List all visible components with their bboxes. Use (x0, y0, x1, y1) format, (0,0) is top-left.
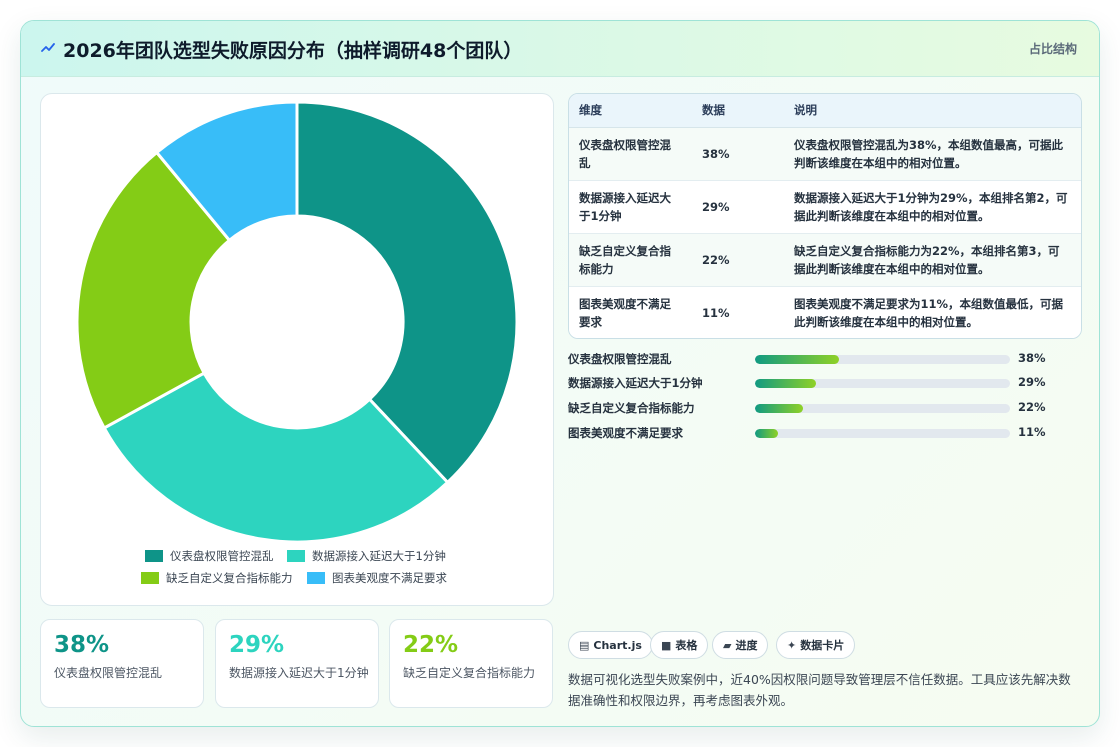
summary-text: 数据可视化选型失败案例中，近40%因权限问题导致管理层不信任数据。工具应该先解决… (568, 672, 1071, 708)
table-cell-dimension: 仪表盘权限管控混乱 (569, 127, 692, 181)
table-row: 仪表盘权限管控混乱 38% 仪表盘权限管控混乱为38%，本组数值最高，可据此判断… (569, 127, 1081, 181)
legend-label: 图表美观度不满足要求 (332, 571, 447, 585)
table-cell-description: 缺乏自定义复合指标能力为22%，本组排名第3，可据此判断该维度在本组中的相对位置… (784, 233, 1081, 287)
legend-item-1[interactable]: 数据源接入延迟大于1分钟 (287, 548, 446, 564)
legend-label: 仪表盘权限管控混乱 (170, 549, 274, 563)
chip-label: 数据卡片 (800, 639, 845, 652)
progress-label: 图表美观度不满足要求 (568, 426, 683, 440)
progress-fill (755, 404, 804, 413)
table-cell-description: 图表美观度不满足要求为11%，本组数值最低，可据此判断该维度在本组中的相对位置。 (794, 296, 1064, 329)
progress-value: 29% (1018, 375, 1046, 389)
card-header: 2026年团队选型失败原因分布（抽样调研48个团队） 占比结构 (21, 21, 1099, 77)
legend-label: 缺乏自定义复合指标能力 (166, 571, 293, 585)
progress-row: 缺乏自定义复合指标能力 22% (568, 400, 1082, 416)
stat-label: 仪表盘权限管控混乱 (54, 666, 163, 680)
progress-row: 仪表盘权限管控混乱 38% (568, 351, 1082, 367)
column-header: 数据 (692, 94, 784, 128)
legend-swatch (287, 550, 305, 562)
progress-value: 11% (1018, 425, 1046, 439)
stat-value: 29% (229, 632, 285, 658)
chip-progress[interactable]: ▰ 进度 (712, 631, 769, 659)
progress-track (755, 404, 1010, 413)
stat-card: 22% 缺乏自定义复合指标能力 (389, 619, 553, 708)
legend-swatch (307, 572, 325, 584)
legend-item-2[interactable]: 缺乏自定义复合指标能力 (141, 570, 293, 586)
report-card: 2026年团队选型失败原因分布（抽样调研48个团队） 占比结构 仪表盘权限管控混… (20, 20, 1100, 727)
table-cell-dimension: 缺乏自定义复合指标能力 (569, 233, 692, 287)
progress-row: 数据源接入延迟大于1分钟 29% (568, 375, 1082, 391)
table-row: 图表美观度不满足要求 11% 图表美观度不满足要求为11%，本组数值最低，可据此… (569, 286, 1081, 338)
stat-value: 22% (403, 632, 459, 658)
table-cell-value: 11% (702, 305, 730, 320)
chip-label: Chart.js (593, 638, 642, 652)
donut-chart (75, 100, 519, 544)
progress-fill (755, 429, 778, 438)
progress-value: 38% (1018, 351, 1046, 365)
table-row: 数据源接入延迟大于1分钟 29% 数据源接入延迟大于1分钟为29%，本组排名第2… (569, 180, 1081, 234)
data-table-panel: 维度 数据 说明 仪表盘权限管控混乱 38% 仪表盘权限管控混乱为38%，本组数… (568, 93, 1082, 339)
donut-chart-panel: 仪表盘权限管控混乱 数据源接入延迟大于1分钟 缺乏自定义复合指标能力 图表美观度… (40, 93, 554, 606)
progress-track (755, 355, 1010, 364)
stat-label: 缺乏自定义复合指标能力 (403, 666, 536, 680)
stat-card: 38% 仪表盘权限管控混乱 (40, 619, 204, 708)
progress-label: 缺乏自定义复合指标能力 (568, 401, 695, 415)
table-cell-dimension: 数据源接入延迟大于1分钟 (569, 180, 692, 234)
table-cell-value: 38% (692, 127, 784, 181)
column-header: 说明 (784, 94, 1081, 128)
table-cell-value: 22% (692, 233, 784, 287)
progress-label: 仪表盘权限管控混乱 (568, 352, 672, 366)
progress-value: 22% (1018, 400, 1046, 414)
column-header: 维度 (569, 94, 692, 128)
header-tag: 占比结构 (1028, 42, 1077, 56)
table-cell-description: 数据源接入延迟大于1分钟为29%，本组排名第2，可据此判断该维度在本组中的相对位… (784, 180, 1081, 234)
chip-label: 进度 (735, 639, 758, 652)
legend-swatch (141, 572, 159, 584)
stat-label: 数据源接入延迟大于1分钟 (229, 666, 369, 680)
page-title: 2026年团队选型失败原因分布（抽样调研48个团队） (63, 40, 523, 62)
sparkline-icon (41, 43, 55, 52)
legend-item-0[interactable]: 仪表盘权限管控混乱 (145, 548, 274, 564)
table-cell-dimension: 图表美观度不满足要求 (579, 296, 671, 329)
chip-chartjs[interactable]: ▤ Chart.js (568, 631, 653, 659)
legend-label: 数据源接入延迟大于1分钟 (312, 549, 446, 563)
progress-icon: ▰ (723, 638, 732, 652)
progress-track (755, 429, 1010, 438)
chart-icon: ▤ (579, 638, 590, 652)
chip-table[interactable]: ■ 表格 (650, 631, 709, 659)
table-cell-description: 仪表盘权限管控混乱为38%，本组数值最高，可据此判断该维度在本组中的相对位置。 (784, 127, 1081, 181)
table-cell-value: 29% (692, 180, 784, 234)
progress-track (755, 379, 1010, 388)
stat-card: 29% 数据源接入延迟大于1分钟 (215, 619, 379, 708)
data-table: 维度 数据 说明 仪表盘权限管控混乱 38% 仪表盘权限管控混乱为38%，本组数… (569, 94, 1081, 338)
stat-value: 38% (54, 632, 110, 658)
card-icon: ✦ (787, 638, 797, 652)
chip-data-card[interactable]: ✦ 数据卡片 (776, 631, 856, 659)
chip-label: 表格 (675, 639, 698, 652)
table-row: 缺乏自定义复合指标能力 22% 缺乏自定义复合指标能力为22%，本组排名第3，可… (569, 233, 1081, 287)
legend-item-3[interactable]: 图表美观度不满足要求 (307, 570, 447, 586)
table-header-row: 维度 数据 说明 (569, 94, 1081, 128)
progress-fill (755, 355, 840, 364)
legend-swatch (145, 550, 163, 562)
progress-label: 数据源接入延迟大于1分钟 (568, 376, 703, 390)
table-icon: ■ (661, 638, 672, 652)
progress-fill (755, 379, 817, 388)
progress-row: 图表美观度不满足要求 11% (568, 425, 1082, 441)
